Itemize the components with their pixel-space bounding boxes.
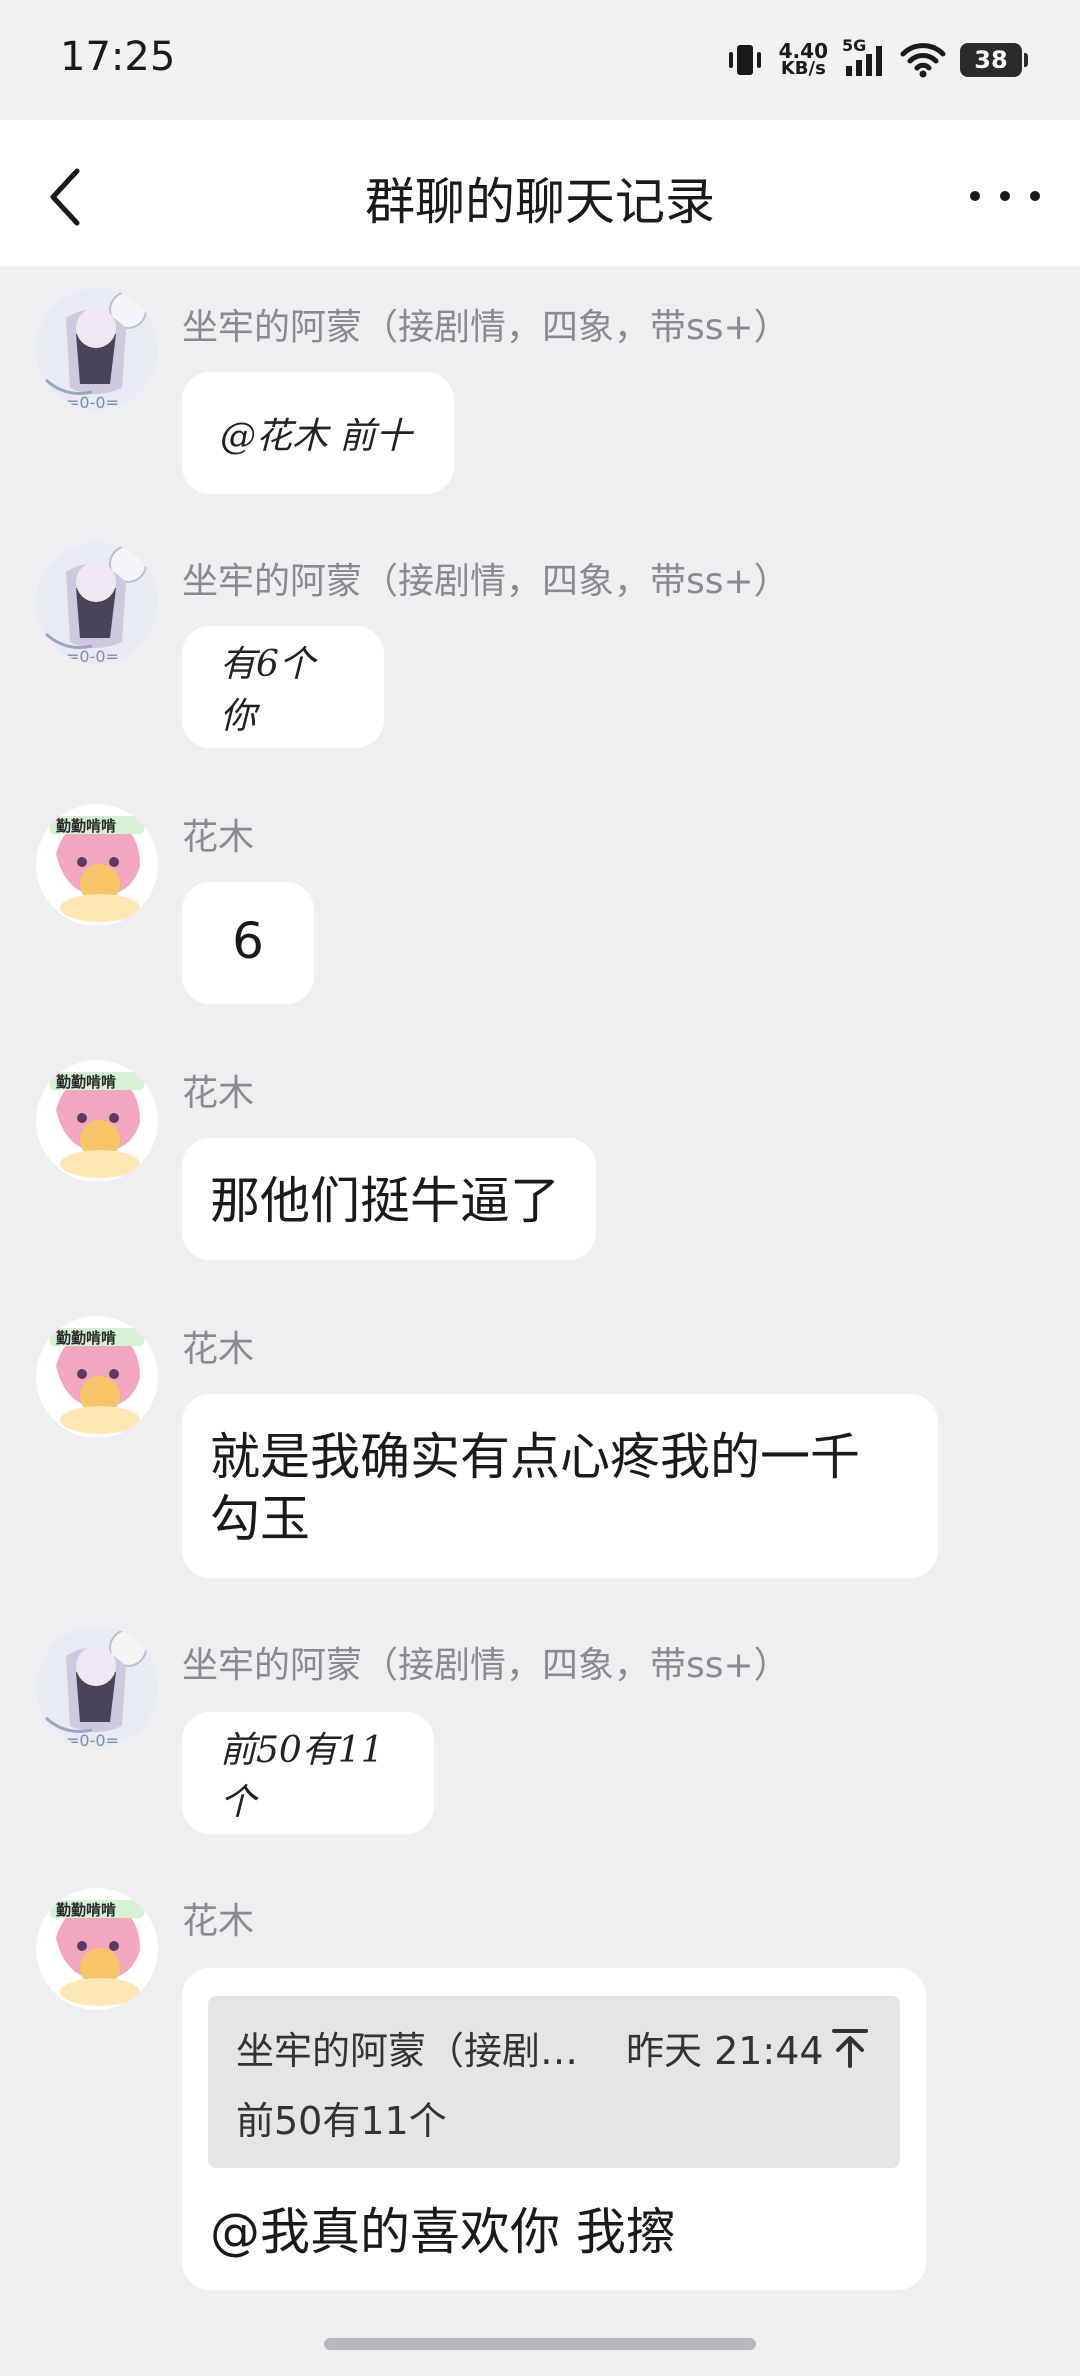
message-item: 勤勤啃啃 花木 6 [0,804,1080,1014]
wifi-icon [900,43,946,78]
message-bubble[interactable]: 就是我确实有点心疼我的一千勾玉 [182,1394,938,1578]
message-item: =0-0= 坐牢的阿蒙（接剧情，四象，带ss+） 前50有11个 [0,1618,1080,1838]
more-dots-icon [970,191,980,201]
message-item: =0-0= 坐牢的阿蒙（接剧情，四象，带ss+） 有6个你 [0,534,1080,754]
sender-name: 花木 [182,1901,255,1942]
more-options-button[interactable] [970,176,1040,216]
avatar-huamu[interactable]: 勤勤啃啃 [36,1316,158,1438]
avatar-amon[interactable]: =0-0= [36,542,158,664]
svg-text:勤勤啃啃: 勤勤啃啃 [56,1329,116,1347]
jump-to-original-icon[interactable] [830,2026,870,2070]
svg-text:=0-0=: =0-0= [66,1731,119,1748]
quote-author: 坐牢的阿蒙（接剧… [236,2029,579,2073]
quote-time: 昨天 21:44 [626,2029,824,2073]
svg-text:勤勤啃啃: 勤勤啃啃 [56,817,116,835]
message-bubble[interactable]: 坐牢的阿蒙（接剧… 昨天 21:44 前50有11个 @我真的喜欢你 我擦 [182,1968,926,2290]
avatar-huamu[interactable]: 勤勤啃啃 [36,1888,158,2010]
vibrate-icon [728,45,761,75]
message-bubble[interactable]: @花木 前十 [182,372,454,494]
svg-text:勤勤啃啃: 勤勤啃啃 [56,1901,116,1919]
avatar-huamu[interactable]: 勤勤啃啃 [36,1060,158,1182]
message-item: 勤勤啃啃 花木 就是我确实有点心疼我的一千勾玉 [0,1316,1080,1586]
svg-text:=0-0=: =0-0= [66,393,119,410]
status-icons: 4.40 KB/s 5G 38 [725,36,1028,82]
status-bar: 17:25 4.40 KB/s 5G 38 [0,0,1080,120]
chat-history-screen: 17:25 4.40 KB/s 5G 38 群聊的聊天记录 =0-0= 坐牢的阿… [0,0,1080,2376]
sender-name: 花木 [182,1329,255,1370]
message-bubble[interactable]: 那他们挺牛逼了 [182,1138,596,1260]
net-speed: 4.40 KB/s [778,39,828,79]
battery-icon: 38 [960,43,1028,77]
svg-text:勤勤啃啃: 勤勤啃啃 [56,1073,116,1091]
page-title: 群聊的聊天记录 [365,173,715,231]
reply-text: @我真的喜欢你 我擦 [210,2203,676,2261]
message-bubble[interactable]: 6 [182,882,314,1004]
sender-name: 花木 [182,1073,255,1114]
sender-name: 坐牢的阿蒙（接剧情，四象，带ss+） [182,1645,790,1686]
sender-name: 坐牢的阿蒙（接剧情，四象，带ss+） [182,561,790,602]
sender-name: 花木 [182,817,255,858]
message-bubble[interactable]: 前50有11个 [182,1712,434,1834]
quoted-message[interactable]: 坐牢的阿蒙（接剧… 昨天 21:44 前50有11个 [208,1996,900,2168]
home-indicator[interactable] [324,2338,756,2350]
top-app-bar: 群聊的聊天记录 [0,120,1080,266]
message-item: 勤勤啃啃 花木 坐牢的阿蒙（接剧… 昨天 21:44 前50有11个 @我真的喜… [0,1888,1080,2308]
svg-text:=0-0=: =0-0= [66,647,119,664]
avatar-huamu[interactable]: 勤勤啃啃 [36,804,158,926]
message-bubble[interactable]: 有6个你 [182,626,384,748]
message-item: =0-0= 坐牢的阿蒙（接剧情，四象，带ss+） @花木 前十 [0,280,1080,500]
status-time: 17:25 [60,34,176,80]
avatar-amon[interactable]: =0-0= [36,288,158,410]
message-item: 勤勤啃啃 花木 那他们挺牛逼了 [0,1060,1080,1270]
quote-text: 前50有11个 [236,2099,447,2143]
sender-name: 坐牢的阿蒙（接剧情，四象，带ss+） [182,307,790,348]
avatar-amon[interactable]: =0-0= [36,1626,158,1748]
cellular-signal-icon: 5G [842,36,886,80]
